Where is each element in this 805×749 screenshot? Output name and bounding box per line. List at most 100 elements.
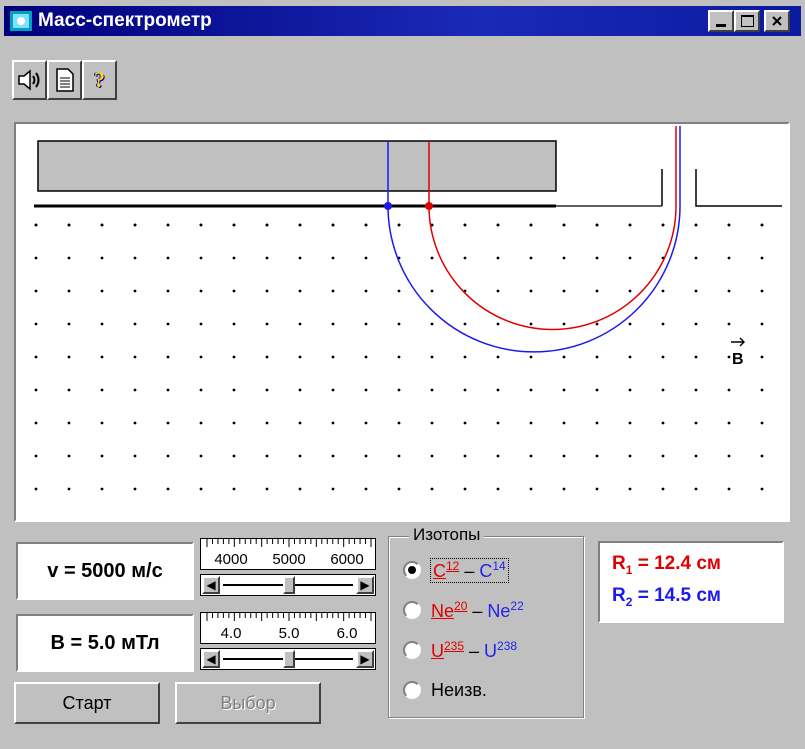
help-button[interactable]: ? (82, 60, 117, 100)
field-label: B (732, 351, 744, 368)
field-thumb[interactable] (283, 650, 295, 668)
field-dot (166, 289, 170, 293)
field-dot (727, 223, 731, 227)
isotope-pair-label: C12 – C14 (430, 557, 509, 583)
isotopes-group: Изотопы C12 – C14 Ne20 – Ne22 U235 – U23… (388, 525, 584, 718)
isotope-b-mass: 14 (492, 558, 506, 573)
field-dot (100, 322, 104, 326)
field-decrease-button[interactable]: ◀ (202, 650, 220, 668)
field-dot (166, 256, 170, 260)
isotope-separator: – (464, 640, 485, 661)
field-dot (67, 322, 71, 326)
field-dot (529, 322, 533, 326)
field-dot (397, 421, 401, 425)
field-dot (727, 487, 731, 491)
minimize-button[interactable] (708, 10, 734, 32)
field-dot (595, 454, 599, 458)
sound-button[interactable] (12, 60, 47, 100)
field-dot (694, 487, 698, 491)
radio-button[interactable] (403, 681, 421, 699)
field-dot (232, 454, 236, 458)
field-dot (463, 388, 467, 392)
field-dot (67, 256, 71, 260)
field-dot (463, 322, 467, 326)
field-dot (265, 421, 269, 425)
arrow-right-icon: ▶ (360, 652, 370, 666)
field-dot (628, 388, 632, 392)
velocity-scale: 4000 5000 6000 (200, 538, 376, 570)
isotope-b: U (484, 640, 498, 661)
radius-2-readout: R2 = 14.5 см (612, 585, 721, 609)
field-increase-button[interactable]: ▶ (356, 650, 374, 668)
isotope-option-uranium[interactable]: U235 – U238 (403, 637, 517, 663)
field-tick-5: 5.0 (278, 625, 300, 642)
field-slider[interactable]: 4.0 5.0 6.0 ◀ ▶ (200, 612, 376, 676)
radio-button[interactable] (403, 601, 421, 619)
close-button[interactable] (764, 10, 790, 32)
field-scale: 4.0 5.0 6.0 (200, 612, 376, 644)
field-dot (298, 289, 302, 293)
field-dot (529, 454, 533, 458)
field-dot (199, 454, 203, 458)
field-dot (232, 289, 236, 293)
radio-button[interactable] (403, 561, 421, 579)
arrow-left-icon: ◀ (206, 652, 216, 666)
field-dot (562, 322, 566, 326)
field-dot (199, 322, 203, 326)
field-dot (760, 322, 764, 326)
field-dot (34, 421, 38, 425)
maximize-button[interactable] (734, 10, 760, 32)
field-dot (430, 487, 434, 491)
field-dot (100, 388, 104, 392)
field-dot (397, 322, 401, 326)
start-button[interactable]: Старт (14, 682, 160, 724)
velocity-increase-button[interactable]: ▶ (356, 576, 374, 594)
velocity-slider[interactable]: 4000 5000 6000 ◀ ▶ (200, 538, 376, 602)
isotope-b: Ne (487, 600, 511, 621)
radio-button[interactable] (403, 641, 421, 659)
field-dot (397, 388, 401, 392)
field-dot (265, 289, 269, 293)
speaker-icon (17, 69, 39, 91)
velocity-track[interactable]: ◀ ▶ (200, 574, 376, 596)
field-dot (232, 355, 236, 359)
select-button[interactable]: Выбор (175, 682, 321, 724)
velocity-decrease-button[interactable]: ◀ (202, 576, 220, 594)
radius-2-symbol: R (612, 585, 626, 606)
field-dot (694, 289, 698, 293)
document-button[interactable] (47, 60, 82, 100)
isotope-separator: – (459, 560, 480, 581)
field-dot (331, 355, 335, 359)
field-dot (529, 289, 533, 293)
field-dot (34, 223, 38, 227)
field-dot (199, 487, 203, 491)
field-dot (661, 289, 665, 293)
field-dot (265, 322, 269, 326)
field-dot (529, 256, 533, 260)
field-dot (331, 454, 335, 458)
minimize-icon (716, 24, 726, 27)
velocity-thumb[interactable] (283, 576, 295, 594)
field-dot (331, 487, 335, 491)
field-dot (133, 289, 137, 293)
field-dot (364, 421, 368, 425)
field-dot (562, 223, 566, 227)
field-dot (661, 223, 665, 227)
field-dot (694, 454, 698, 458)
field-dot (628, 454, 632, 458)
field-dot (100, 454, 104, 458)
maximize-icon (740, 15, 754, 27)
field-track[interactable]: ◀ ▶ (200, 648, 376, 670)
isotope-option-unknown[interactable]: Неизв. (403, 677, 487, 703)
radio-selected-dot (408, 566, 416, 574)
isotope-option-carbon[interactable]: C12 – C14 (403, 557, 509, 583)
field-dot (628, 223, 632, 227)
field-dot (67, 355, 71, 359)
field-dot (661, 454, 665, 458)
field-dot (529, 388, 533, 392)
field-dot (397, 355, 401, 359)
isotope-option-neon[interactable]: Ne20 – Ne22 (403, 597, 524, 623)
field-dot (694, 355, 698, 359)
title-bar[interactable]: Масс-спектрометр (4, 6, 801, 36)
field-dot (595, 388, 599, 392)
